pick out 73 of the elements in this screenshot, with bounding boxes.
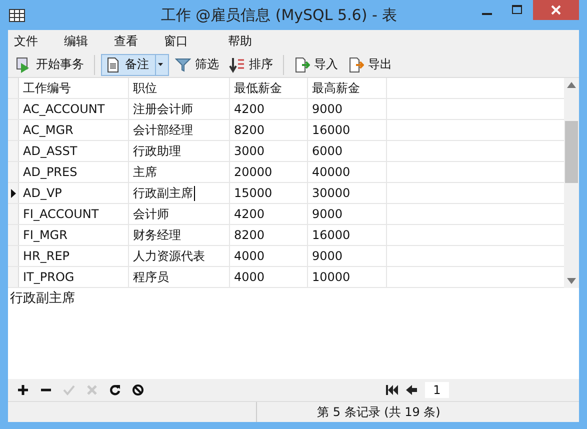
- export-icon: [348, 56, 364, 72]
- caret-icon: [158, 63, 163, 66]
- table-cell[interactable]: 4000: [230, 267, 308, 287]
- document-icon: [105, 56, 121, 72]
- table-cell[interactable]: AC_MGR: [19, 120, 129, 140]
- cross-icon: [86, 384, 98, 396]
- sort-icon: [229, 56, 245, 72]
- table-cell[interactable]: 16000: [308, 225, 387, 245]
- refresh-icon: [109, 384, 121, 396]
- table-cell[interactable]: 会计部经理: [129, 120, 230, 140]
- toolbar-button[interactable]: 排序: [225, 54, 277, 76]
- menu-item[interactable]: 编辑: [64, 32, 88, 50]
- stop-icon: [132, 384, 144, 396]
- menu-item[interactable]: 文件: [14, 32, 38, 50]
- table-cell[interactable]: FI_ACCOUNT: [19, 204, 129, 224]
- column-header[interactable]: 最低薪金: [230, 78, 308, 98]
- toolbar-button[interactable]: 备注: [101, 54, 169, 76]
- row-pointer-icon: [10, 188, 16, 198]
- first-page-icon[interactable]: [386, 385, 398, 395]
- table-cell[interactable]: 8200: [230, 225, 308, 245]
- check-icon: [63, 384, 75, 396]
- toolbar-button[interactable]: 开始事务: [12, 54, 88, 76]
- menu-item[interactable]: 查看: [114, 32, 138, 50]
- table-cell[interactable]: FI_MGR: [19, 225, 129, 245]
- toolbar-button[interactable]: 导入: [290, 54, 342, 76]
- table-cell[interactable]: 9000: [308, 246, 387, 266]
- table-cell[interactable]: 行政助理: [129, 141, 230, 161]
- table-cell[interactable]: IT_PROG: [19, 267, 129, 287]
- scroll-up-icon[interactable]: [567, 82, 576, 88]
- table-cell[interactable]: AD_PRES: [19, 162, 129, 182]
- table-cell[interactable]: 程序员: [129, 267, 230, 287]
- funnel-icon: [175, 56, 191, 72]
- column-header[interactable]: 职位: [129, 78, 230, 98]
- table-cell[interactable]: 9000: [308, 99, 387, 119]
- table-cell[interactable]: 3000: [230, 141, 308, 161]
- plus-icon: [17, 384, 29, 396]
- table-cell[interactable]: 4200: [230, 204, 308, 224]
- table-cell[interactable]: AC_ACCOUNT: [19, 99, 129, 119]
- table-cell[interactable]: 6000: [308, 141, 387, 161]
- table-icon: [9, 8, 25, 22]
- menu-item[interactable]: 窗口: [164, 32, 188, 50]
- scroll-down-icon[interactable]: [567, 278, 576, 284]
- table-cell[interactable]: 人力资源代表: [129, 246, 230, 266]
- table-cell[interactable]: 20000: [230, 162, 308, 182]
- scroll-thumb[interactable]: [565, 121, 578, 183]
- table-cell[interactable]: 4000: [230, 246, 308, 266]
- memo-text: 行政副主席: [10, 291, 75, 306]
- window-title: 工作 @雇员信息 (MySQL 5.6) - 表: [160, 6, 398, 24]
- table-cell[interactable]: 8200: [230, 120, 308, 140]
- table-cell[interactable]: 财务经理: [129, 225, 230, 245]
- scrollbar[interactable]: [564, 78, 579, 288]
- table-cell[interactable]: 注册会计师: [129, 99, 230, 119]
- memo-field[interactable]: 行政副主席: [8, 288, 579, 379]
- close-icon[interactable]: [533, 0, 579, 20]
- table-cell[interactable]: HR_REP: [19, 246, 129, 266]
- table-cell[interactable]: 主席: [129, 162, 230, 182]
- table-cell[interactable]: AD_ASST: [19, 141, 129, 161]
- table-cell[interactable]: 40000: [308, 162, 387, 182]
- import-icon: [294, 56, 310, 72]
- row-header[interactable]: [8, 183, 19, 203]
- toolbar-button[interactable]: 筛选: [171, 54, 223, 76]
- table-cell[interactable]: 4200: [230, 99, 308, 119]
- toolbar-button[interactable]: 导出: [344, 54, 396, 76]
- table-cell[interactable]: 9000: [308, 204, 387, 224]
- page-field[interactable]: 1: [425, 382, 449, 398]
- table-cell[interactable]: 10000: [308, 267, 387, 287]
- menu-item[interactable]: 帮助: [228, 32, 252, 50]
- record-status: 第 5 条记录 (共 19 条): [317, 404, 440, 420]
- previous-page-icon[interactable]: [406, 385, 417, 395]
- table-cell[interactable]: 会计师: [129, 204, 230, 224]
- column-header[interactable]: 最高薪金: [308, 78, 387, 98]
- column-header[interactable]: 工作编号: [19, 78, 129, 98]
- table-cell[interactable]: 16000: [308, 120, 387, 140]
